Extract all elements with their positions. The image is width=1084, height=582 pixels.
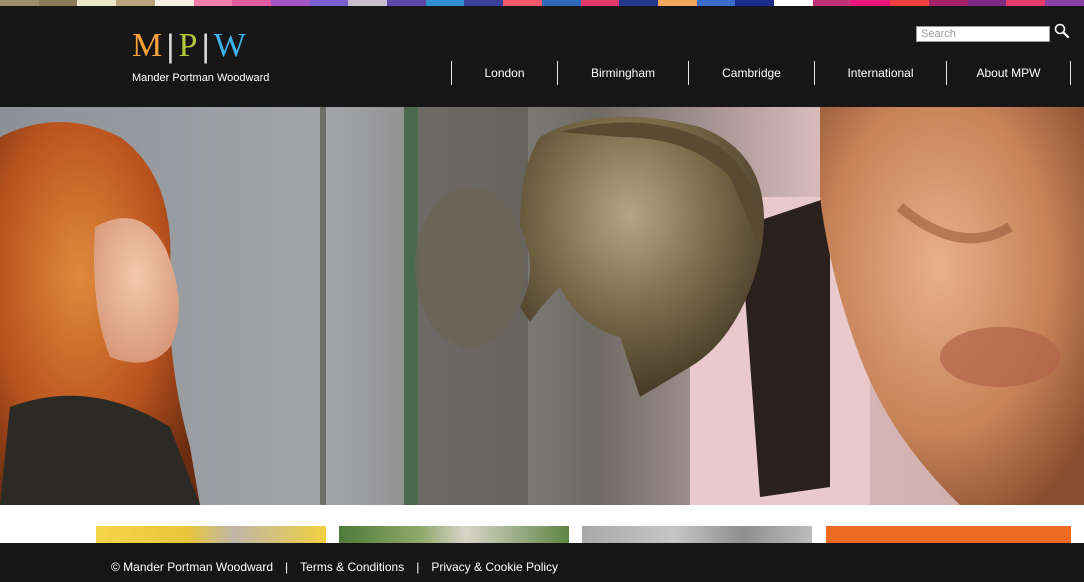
search-input[interactable] <box>916 26 1050 42</box>
nav-item-label: International <box>847 66 914 80</box>
site-logo[interactable]: M | P | W Mander Portman Woodward <box>132 27 282 85</box>
footer-copyright: © Mander Portman Woodward <box>111 560 274 574</box>
logo-letter-m: M <box>132 27 163 64</box>
nav-item-label: About MPW <box>976 66 1041 80</box>
nav-item-label: Cambridge <box>722 66 781 80</box>
hero-illustration <box>0 107 1084 505</box>
logo-mark: M | P | W <box>132 27 282 65</box>
logo-letter-p: P <box>178 27 198 64</box>
magnifier-icon[interactable] <box>1053 22 1071 40</box>
nav-item-birmingham[interactable]: Birmingham <box>557 61 688 85</box>
logo-letter-w: W <box>213 27 246 64</box>
logo-divider: | <box>166 28 175 64</box>
footer-divider: | <box>285 560 289 574</box>
nav-item-international[interactable]: International <box>814 61 946 85</box>
nav-item-about-mpw[interactable]: About MPW <box>946 61 1071 85</box>
teaser-tiles <box>0 505 1084 546</box>
privacy-policy-link[interactable]: Privacy & Cookie Policy <box>431 560 558 574</box>
terms-link[interactable]: Terms & Conditions <box>300 560 404 574</box>
nav-item-label: Birmingham <box>590 66 656 80</box>
main-nav: London Birmingham Cambridge Internationa… <box>451 61 1071 85</box>
site-footer: © Mander Portman Woodward | Terms & Cond… <box>0 543 1084 582</box>
site-header: M | P | W Mander Portman Woodward London… <box>0 6 1084 107</box>
nav-item-cambridge[interactable]: Cambridge <box>688 61 814 85</box>
logo-company-name: Mander Portman Woodward <box>132 72 270 84</box>
hero-image <box>0 107 1084 505</box>
nav-item-london[interactable]: London <box>451 61 557 85</box>
footer-divider: | <box>416 560 420 574</box>
logo-divider: | <box>201 28 210 64</box>
nav-item-label: London <box>484 66 525 80</box>
